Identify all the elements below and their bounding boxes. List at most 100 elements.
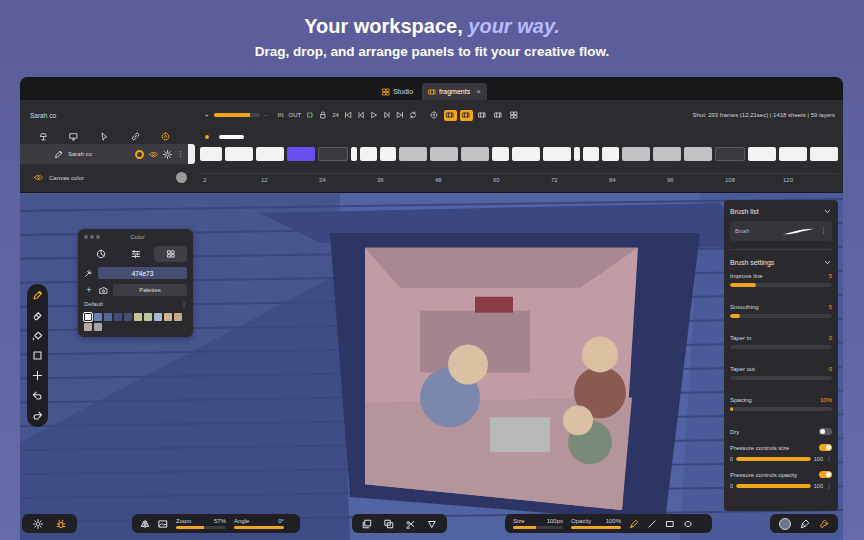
first-icon[interactable] [344, 111, 352, 119]
play-icon[interactable] [370, 111, 378, 119]
color-swatch[interactable] [134, 313, 142, 321]
setting-slider[interactable] [730, 283, 832, 287]
setting-slider[interactable] [730, 314, 832, 318]
shape-tool-button[interactable] [629, 519, 639, 529]
range-slider[interactable] [736, 457, 811, 461]
frame-cell[interactable] [380, 147, 397, 161]
timeline-zoom-slider[interactable] [214, 113, 260, 117]
panel-tool-button[interactable] [779, 518, 791, 530]
edit-tool-button[interactable] [384, 519, 394, 529]
frame-cell[interactable] [430, 147, 458, 161]
zoom-out-button[interactable]: - [265, 112, 267, 118]
setting-slider[interactable] [730, 376, 832, 380]
in-point-button[interactable]: IN [278, 112, 284, 118]
zoom-in-button[interactable]: + [205, 112, 209, 118]
color-swatch[interactable] [114, 313, 122, 321]
hex-field[interactable]: 474e73 [98, 267, 187, 279]
view-toggle[interactable] [460, 110, 473, 121]
frame-cell[interactable] [512, 147, 540, 161]
frame-cell[interactable] [779, 147, 807, 161]
color-swatch[interactable] [154, 313, 162, 321]
frame-cell[interactable] [574, 147, 580, 161]
tool-button[interactable] [32, 390, 43, 401]
fps-field[interactable]: 24 [332, 112, 339, 118]
frame-cell[interactable] [492, 147, 509, 161]
tab[interactable]: fragments× [422, 83, 487, 100]
view-toggle[interactable] [428, 110, 441, 121]
color-swatch[interactable] [124, 313, 132, 321]
frame-cell[interactable] [715, 147, 745, 161]
brush-meter[interactable]: Size100px [513, 518, 563, 529]
out-point-button[interactable]: OUT [289, 112, 302, 118]
edit-tool-button[interactable] [427, 519, 437, 529]
frame-cell[interactable] [684, 147, 712, 161]
palette-more-button[interactable]: ⋮ [181, 301, 187, 308]
tool-button[interactable] [32, 370, 43, 381]
color-mode-tab[interactable] [119, 246, 152, 262]
frame-cell[interactable] [602, 147, 619, 161]
edit-tool-button[interactable] [362, 519, 372, 529]
palettes-button[interactable]: Palettes [113, 284, 187, 296]
brush-meter[interactable]: Opacity100% [571, 518, 621, 529]
gear-icon[interactable] [163, 150, 172, 159]
app-tool-button[interactable] [33, 519, 43, 529]
view-toggle[interactable] [476, 110, 489, 121]
shape-tool-button[interactable] [683, 519, 693, 529]
next-icon[interactable] [383, 111, 391, 119]
setting-switch[interactable] [819, 471, 832, 478]
window-dot[interactable] [96, 235, 100, 239]
frame-cell[interactable] [256, 147, 284, 161]
shape-tool-button[interactable] [647, 519, 657, 529]
tool-button[interactable] [32, 290, 43, 301]
range-slider[interactable] [736, 484, 811, 488]
frame-cell[interactable] [287, 147, 315, 161]
frame-cell[interactable] [225, 147, 253, 161]
tab-close-button[interactable]: × [476, 87, 481, 96]
layer-row[interactable]: Sarah co⋮ [20, 144, 195, 164]
window-dot[interactable] [84, 235, 88, 239]
layer-tool-button[interactable] [39, 132, 48, 141]
panel-tool-button[interactable] [800, 519, 810, 529]
panel-tool-button[interactable] [819, 519, 829, 529]
frame-cell[interactable] [653, 147, 681, 161]
brush-list-header[interactable]: Brush list [730, 205, 832, 217]
tab[interactable]: Studio [376, 83, 419, 100]
shape-tool-button[interactable] [665, 519, 675, 529]
canvas-color-visibility[interactable] [34, 173, 43, 182]
camera-icon[interactable] [99, 286, 108, 295]
layer-tool-button[interactable] [100, 132, 109, 141]
stop-icon[interactable] [306, 111, 314, 119]
brush-more-button[interactable]: ⋮ [820, 227, 827, 235]
app-tool-button[interactable] [56, 519, 66, 529]
loop-icon[interactable] [409, 111, 417, 119]
frame-cell[interactable] [318, 147, 348, 161]
layer-tool-button[interactable] [131, 132, 140, 141]
tool-button[interactable] [32, 410, 43, 421]
color-mode-tab[interactable] [154, 246, 187, 262]
frame-cell[interactable] [622, 147, 650, 161]
drawing-canvas[interactable]: Color474e73+PalettesDefault⋮Brush listBr… [20, 193, 843, 540]
frame-cell[interactable] [583, 147, 600, 161]
color-swatch[interactable] [84, 313, 92, 321]
frame-cell[interactable] [200, 147, 222, 161]
add-color-button[interactable]: + [84, 285, 94, 295]
eyedropper-icon[interactable] [84, 269, 93, 278]
canvas-color-swatch[interactable] [176, 172, 187, 183]
view-tool-button[interactable] [158, 519, 168, 529]
view-toggle[interactable] [492, 110, 505, 121]
brush-item[interactable]: Brush⋮ [730, 221, 832, 241]
color-swatch[interactable] [164, 313, 172, 321]
canvas-color-row[interactable]: Canvas color [20, 172, 195, 183]
color-panel-titlebar[interactable]: Color [84, 233, 187, 241]
last-icon[interactable] [396, 111, 404, 119]
frame-cell[interactable] [461, 147, 489, 161]
tool-button[interactable] [32, 310, 43, 321]
visibility-toggle[interactable] [149, 150, 158, 159]
color-panel[interactable]: Color474e73+PalettesDefault⋮ [78, 229, 193, 337]
tool-button[interactable] [32, 330, 43, 341]
setting-slider[interactable] [730, 407, 832, 411]
view-meter[interactable]: Angle0° [234, 518, 284, 529]
color-swatch[interactable] [84, 323, 92, 331]
frame-cell[interactable] [810, 147, 838, 161]
window-dot[interactable] [90, 235, 94, 239]
